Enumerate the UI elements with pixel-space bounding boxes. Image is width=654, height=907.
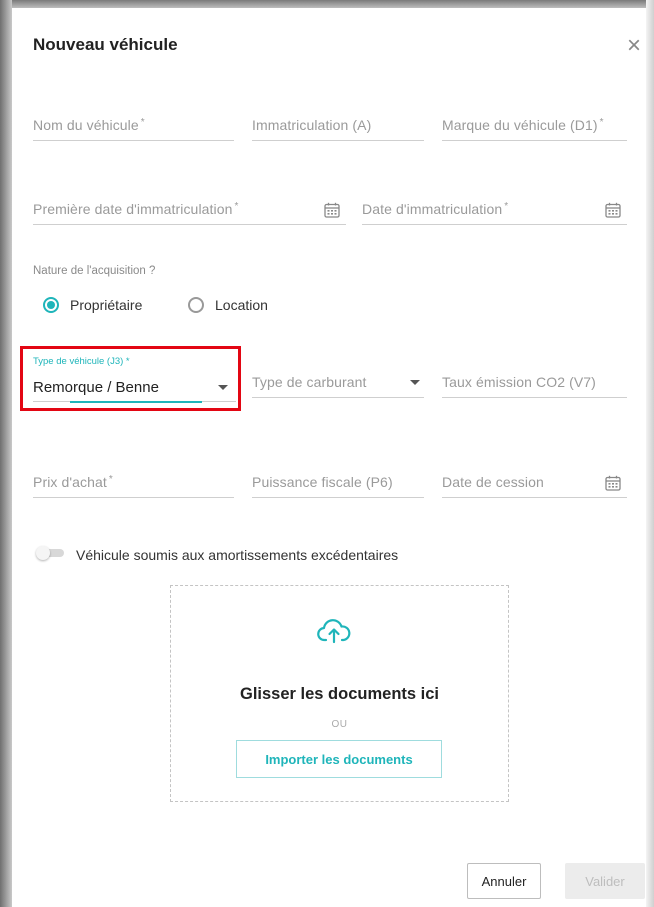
vehicle-type-select[interactable]: Remorque / Benne — [33, 379, 159, 396]
cloud-upload-icon — [317, 619, 351, 644]
chevron-down-icon[interactable] — [218, 385, 228, 390]
radio-selected-indicator — [43, 297, 59, 313]
dropzone-or: OU — [331, 719, 348, 730]
brand-field[interactable]: Marque du véhicule (D1) * — [442, 110, 627, 141]
co2-field[interactable]: Taux émission CO2 (V7) — [442, 367, 627, 398]
import-documents-button[interactable]: Importer les documents — [236, 740, 442, 778]
radio-unselected-indicator — [188, 297, 204, 313]
toggle-knob — [36, 546, 50, 560]
dialog-title: Nouveau véhicule — [33, 35, 178, 54]
registration-date-field[interactable]: Date d'immatriculation * — [362, 194, 627, 225]
amortization-toggle[interactable] — [36, 546, 66, 560]
fiscal-power-field[interactable]: Puissance fiscale (P6) — [252, 467, 424, 498]
window-frame-right — [646, 0, 654, 907]
window-frame-left — [0, 0, 12, 907]
purchase-price-placeholder: Prix d'achat * — [33, 474, 113, 490]
fiscal-power-placeholder: Puissance fiscale (P6) — [252, 474, 393, 490]
calendar-icon[interactable] — [324, 202, 340, 218]
vehicle-type-focus-bar — [70, 401, 202, 403]
close-icon[interactable]: × — [624, 34, 644, 58]
co2-placeholder: Taux émission CO2 (V7) — [442, 374, 596, 390]
first-registration-date-field[interactable]: Première date d'immatriculation * — [33, 194, 346, 225]
radio-proprietaire-label: Propriétaire — [70, 297, 143, 313]
amortization-toggle-label: Véhicule soumis aux amortissements excéd… — [76, 547, 399, 563]
first-registration-date-placeholder: Première date d'immatriculation * — [33, 201, 239, 217]
vehicle-type-label: Type de véhicule (J3) * — [33, 356, 130, 367]
purchase-price-field[interactable]: Prix d'achat * — [33, 467, 234, 498]
transfer-date-field[interactable]: Date de cession — [442, 467, 627, 498]
radio-location-label: Location — [215, 297, 268, 313]
radio-location[interactable]: Location — [188, 295, 268, 315]
cancel-button[interactable]: Annuler — [467, 863, 541, 899]
vehicle-name-field[interactable]: Nom du véhicule * — [33, 110, 234, 141]
brand-placeholder: Marque du véhicule (D1) * — [442, 117, 604, 133]
registration-placeholder: Immatriculation (A) — [252, 117, 372, 133]
registration-field[interactable]: Immatriculation (A) — [252, 110, 424, 141]
transfer-date-placeholder: Date de cession — [442, 474, 544, 490]
acquisition-label: Nature de l'acquisition ? — [33, 265, 156, 277]
fuel-type-placeholder: Type de carburant — [252, 374, 367, 390]
calendar-icon[interactable] — [605, 202, 621, 218]
chevron-down-icon[interactable] — [410, 380, 420, 385]
calendar-icon[interactable] — [605, 475, 621, 491]
dropzone-title: Glisser les documents ici — [240, 685, 439, 703]
vehicle-name-placeholder: Nom du véhicule * — [33, 117, 145, 133]
registration-date-placeholder: Date d'immatriculation * — [362, 201, 509, 217]
radio-proprietaire[interactable]: Propriétaire — [43, 295, 142, 315]
window-frame-top — [0, 0, 654, 8]
fuel-type-select[interactable]: Type de carburant — [252, 367, 424, 398]
validate-button[interactable]: Valider — [565, 863, 645, 899]
new-vehicle-dialog: Nouveau véhicule × Nom du véhicule * Imma… — [12, 8, 646, 907]
